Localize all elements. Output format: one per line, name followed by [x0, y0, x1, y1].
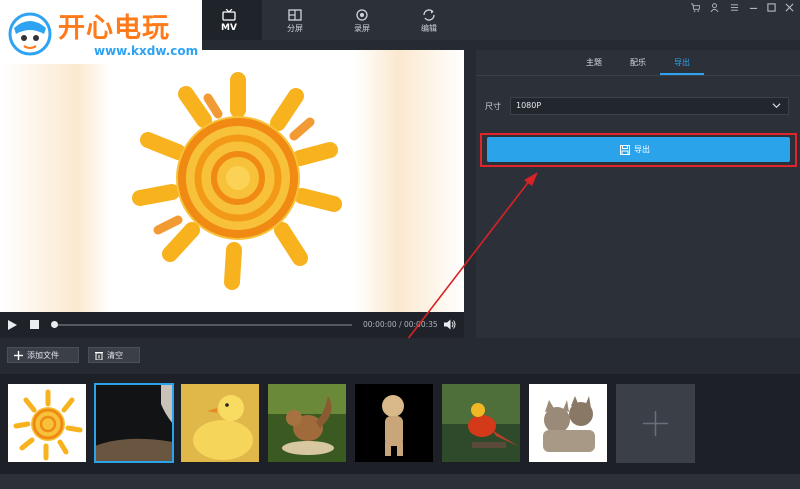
thumbnail-sun[interactable] — [8, 384, 86, 462]
thumbnail-kittens[interactable] — [529, 384, 607, 462]
clear-label: 清空 — [107, 350, 123, 360]
app-logo: 开心电玩 www.kxdw.com — [0, 0, 202, 64]
mascot-icon — [8, 12, 52, 56]
add-file-button[interactable]: 添加文件 — [7, 347, 79, 363]
dark-thumbnail-image — [95, 384, 173, 462]
trash-icon — [95, 351, 103, 360]
logo-url-text: www.kxdw.com — [94, 44, 199, 58]
sun-thumbnail-image — [8, 384, 86, 462]
bottom-bar — [0, 474, 800, 489]
add-file-label: 添加文件 — [27, 350, 59, 360]
plus-icon — [643, 411, 668, 436]
thumbnail-cheetah[interactable] — [355, 384, 433, 462]
logo-brand-text: 开心电玩 — [58, 13, 170, 44]
duckling-thumbnail-image — [181, 384, 259, 462]
squirrel-thumbnail-image — [268, 384, 346, 462]
add-media-tile[interactable] — [616, 384, 695, 463]
kittens-thumbnail-image — [529, 384, 607, 462]
clear-button[interactable]: 清空 — [88, 347, 140, 363]
thumbnail-dark[interactable] — [94, 383, 174, 463]
thumbnail-squirrel[interactable] — [268, 384, 346, 462]
plus-icon — [14, 350, 23, 360]
thumbnail-duckling[interactable] — [181, 384, 259, 462]
cheetah-thumbnail-image — [355, 384, 433, 462]
pheasant-thumbnail-image — [442, 384, 520, 462]
thumbnail-pheasant[interactable] — [442, 384, 520, 462]
